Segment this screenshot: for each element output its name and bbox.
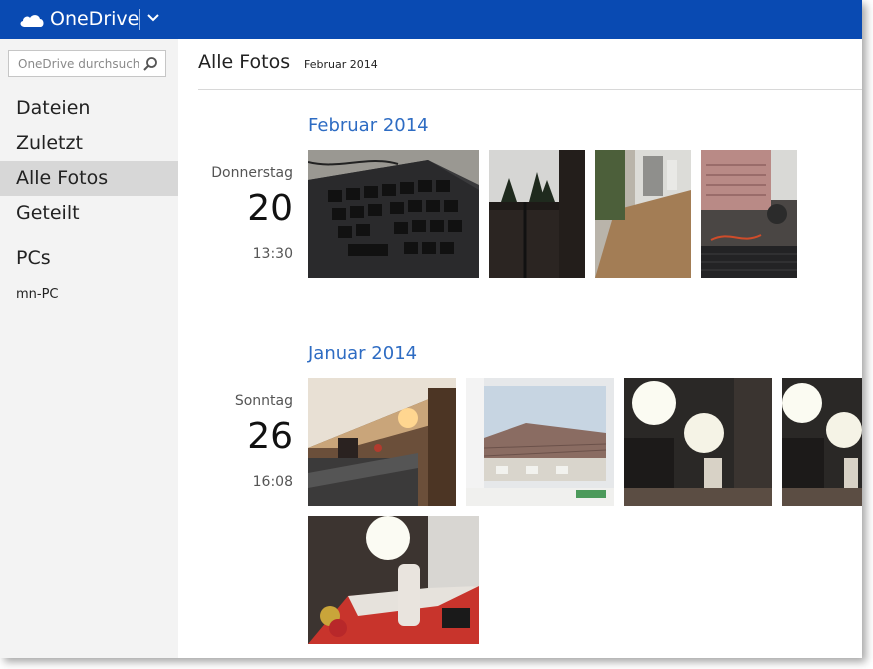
- search-input[interactable]: [9, 51, 141, 76]
- photo-thumbnail[interactable]: [466, 378, 614, 506]
- sidebar-nav: Dateien Zuletzt Alle Fotos Geteilt: [0, 91, 178, 231]
- day-time: 13:30: [252, 246, 293, 262]
- photo-thumbnail[interactable]: [308, 378, 456, 506]
- breadcrumb[interactable]: Februar 2014: [304, 58, 378, 71]
- photo-thumbnail[interactable]: [782, 378, 862, 506]
- sidebar-item-pc[interactable]: mn-PC: [16, 287, 59, 302]
- photo-thumbnail[interactable]: [595, 150, 691, 278]
- top-bar: OneDrive: [0, 0, 862, 39]
- day-name: Sonntag: [234, 393, 293, 409]
- page-title: Alle Fotos: [198, 51, 291, 73]
- month-heading[interactable]: Januar 2014: [308, 343, 417, 364]
- day-number: 26: [247, 416, 293, 457]
- app-window: OneDrive Dateien Zuletzt Alle Fotos Gete…: [0, 0, 862, 658]
- divider: [139, 9, 140, 30]
- sidebar: Dateien Zuletzt Alle Fotos Geteilt PCs m…: [0, 39, 178, 658]
- photo-thumbnail[interactable]: [624, 378, 772, 506]
- cloud-icon[interactable]: [18, 12, 46, 28]
- sidebar-item-alle-fotos[interactable]: Alle Fotos: [0, 161, 178, 196]
- search-box: [8, 50, 166, 77]
- pcs-heading[interactable]: PCs: [16, 247, 51, 269]
- day-time: 16:08: [252, 474, 293, 490]
- photo-thumbnail[interactable]: [489, 150, 585, 278]
- main-content: Alle Fotos Februar 2014 Februar 2014 Don…: [178, 39, 862, 658]
- photo-thumbnail[interactable]: [308, 150, 479, 278]
- sidebar-item-zuletzt[interactable]: Zuletzt: [0, 126, 178, 161]
- day-name: Donnerstag: [211, 165, 293, 181]
- sidebar-item-dateien[interactable]: Dateien: [0, 91, 178, 126]
- sidebar-item-geteilt[interactable]: Geteilt: [0, 196, 178, 231]
- divider: [198, 89, 862, 90]
- month-heading[interactable]: Februar 2014: [308, 115, 429, 136]
- brand-title[interactable]: OneDrive: [50, 8, 139, 30]
- photo-thumbnail[interactable]: [701, 150, 797, 278]
- chevron-down-icon[interactable]: [146, 11, 160, 25]
- day-number: 20: [247, 188, 293, 229]
- search-icon[interactable]: [142, 56, 158, 72]
- photo-thumbnail[interactable]: [308, 516, 479, 644]
